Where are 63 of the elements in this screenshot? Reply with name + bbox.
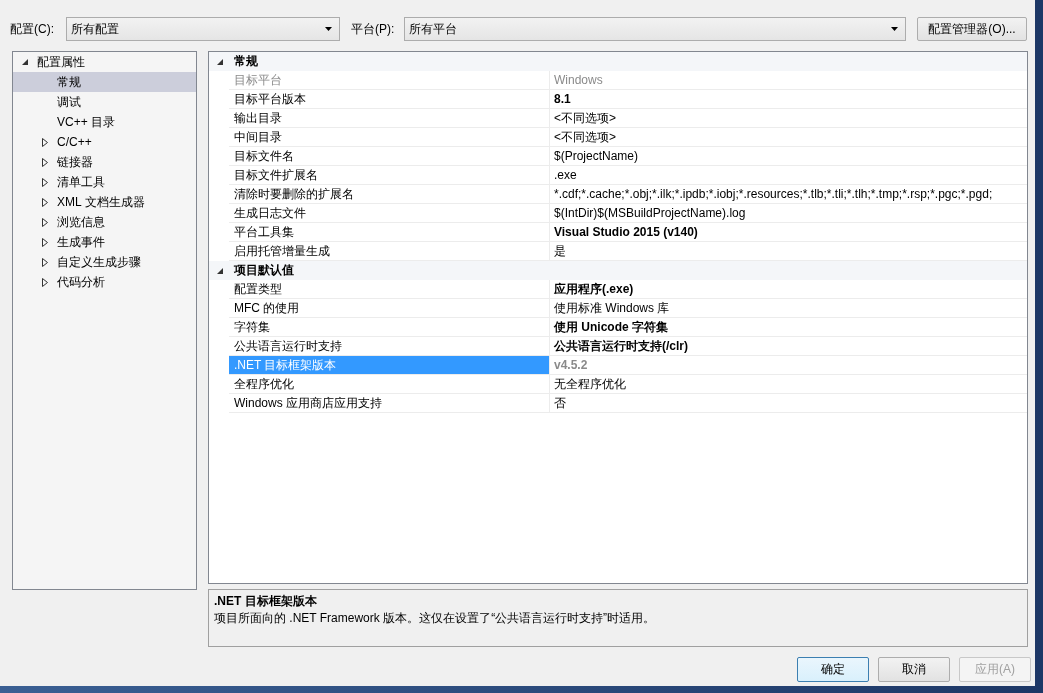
tree-item[interactable]: 配置属性: [13, 52, 196, 72]
property-value[interactable]: 公共语言运行时支持(/clr): [550, 337, 1027, 356]
triangle-right-icon[interactable]: [42, 277, 48, 287]
tree-item[interactable]: 清单工具: [13, 172, 196, 192]
dialog-button[interactable]: 确定: [797, 657, 869, 682]
triangle-right-icon[interactable]: [42, 237, 48, 247]
tree-item[interactable]: 常规: [13, 72, 196, 92]
property-value[interactable]: .exe: [550, 166, 1027, 185]
property-name[interactable]: 配置类型: [229, 280, 550, 299]
configuration-manager-button[interactable]: 配置管理器(O)...: [917, 17, 1027, 41]
caret-down-icon: [325, 27, 332, 31]
dialog-button[interactable]: 取消: [878, 657, 950, 682]
property-name[interactable]: Windows 应用商店应用支持: [229, 394, 550, 413]
triangle-right-icon[interactable]: [42, 197, 48, 207]
category-header[interactable]: 项目默认值: [209, 261, 1027, 280]
tree-item[interactable]: 生成事件: [13, 232, 196, 252]
property-value[interactable]: 否: [550, 394, 1027, 413]
property-value[interactable]: Visual Studio 2015 (v140): [550, 223, 1027, 242]
property-value[interactable]: <不同选项>: [550, 128, 1027, 147]
description-title: .NET 目标框架版本: [214, 593, 317, 609]
property-value[interactable]: 使用标准 Windows 库: [550, 299, 1027, 318]
triangle-down-icon[interactable]: [217, 267, 223, 274]
tree-item[interactable]: VC++ 目录: [13, 112, 196, 132]
property-value[interactable]: $(IntDir)$(MSBuildProjectName).log: [550, 204, 1027, 223]
caret-down-icon: [891, 27, 898, 31]
tree-item[interactable]: 浏览信息: [13, 212, 196, 232]
property-value[interactable]: 使用 Unicode 字符集: [550, 318, 1027, 337]
property-name[interactable]: 目标平台版本: [229, 90, 550, 109]
property-value[interactable]: 无全程序优化: [550, 375, 1027, 394]
property-value[interactable]: 应用程序(.exe): [550, 280, 1027, 299]
property-name[interactable]: 字符集: [229, 318, 550, 337]
tree-item[interactable]: 调试: [13, 92, 196, 112]
triangle-right-icon[interactable]: [42, 157, 48, 167]
property-value[interactable]: *.cdf;*.cache;*.obj;*.ilk;*.ipdb;*.iobj;*.resources;*.tlb;*.tli;*.tlh;*.tmp;*.rsp;*.pgc;*.pgd;: [550, 185, 1027, 204]
category-header[interactable]: 常规: [209, 52, 1027, 71]
property-name[interactable]: 目标文件扩展名: [229, 166, 550, 185]
description-text: 项目所面向的 .NET Framework 版本。这仅在设置了“公共语言运行时支持”时适用。: [214, 610, 656, 627]
configuration-dropdown[interactable]: 所有配置: [66, 17, 340, 41]
property-name[interactable]: 中间目录: [229, 128, 550, 147]
platform-label: 平台(P):: [351, 20, 396, 38]
platform-dropdown[interactable]: 所有平台: [404, 17, 906, 41]
tree-item[interactable]: C/C++: [13, 132, 196, 152]
triangle-right-icon[interactable]: [42, 137, 48, 147]
property-name[interactable]: 目标文件名: [229, 147, 550, 166]
property-value[interactable]: 8.1: [550, 90, 1027, 109]
configuration-label: 配置(C):: [10, 20, 55, 38]
property-value[interactable]: <不同选项>: [550, 109, 1027, 128]
triangle-right-icon[interactable]: [42, 177, 48, 187]
triangle-right-icon[interactable]: [42, 257, 48, 267]
property-name[interactable]: MFC 的使用: [229, 299, 550, 318]
tree-item[interactable]: 代码分析: [13, 272, 196, 292]
tree-item[interactable]: 链接器: [13, 152, 196, 172]
triangle-down-icon[interactable]: [217, 58, 223, 65]
tree-item[interactable]: XML 文档生成器: [13, 192, 196, 212]
property-name[interactable]: 生成日志文件: [229, 204, 550, 223]
triangle-right-icon[interactable]: [42, 217, 48, 227]
property-value[interactable]: $(ProjectName): [550, 147, 1027, 166]
property-name[interactable]: 平台工具集: [229, 223, 550, 242]
property-name[interactable]: 全程序优化: [229, 375, 550, 394]
property-name[interactable]: 清除时要删除的扩展名: [229, 185, 550, 204]
property-name[interactable]: 输出目录: [229, 109, 550, 128]
triangle-down-icon[interactable]: [22, 59, 28, 65]
tree-item[interactable]: 自定义生成步骤: [13, 252, 196, 272]
